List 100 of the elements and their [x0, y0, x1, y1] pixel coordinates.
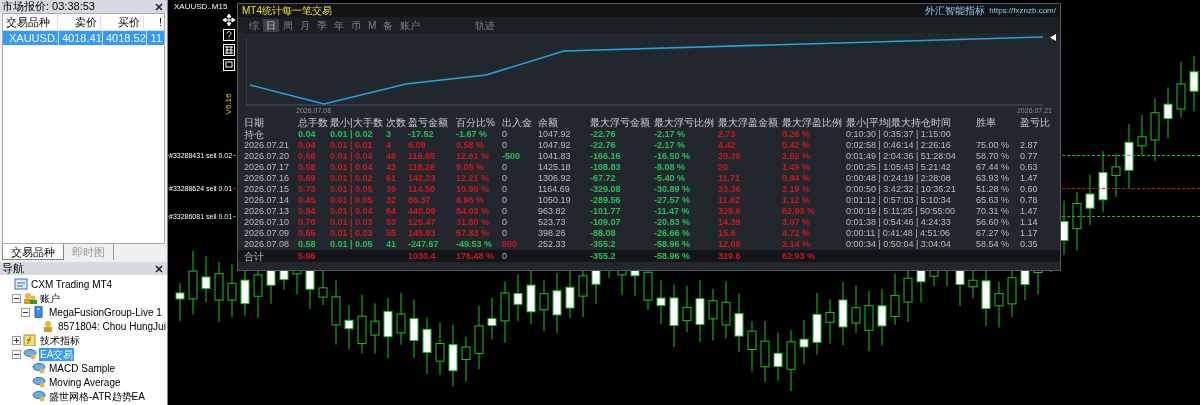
tab[interactable]: 周	[280, 18, 296, 32]
help-icon[interactable]	[223, 29, 235, 41]
tab[interactable]: 月	[297, 18, 313, 32]
table-cell-text: 4.42	[718, 140, 737, 151]
table-cell-text: 2.19 %	[782, 184, 812, 195]
tab[interactable]: M	[365, 18, 380, 32]
table-cell-text: 0:00:48 | 0:24:19 | 2:28:08	[846, 173, 952, 184]
table-cell-text: 3.07 %	[782, 217, 812, 228]
table-cell-text: 0:10:30 | 0:35:37 | 1:15:00	[846, 129, 952, 140]
tree-item[interactable]: Moving Average	[48, 375, 122, 389]
table-cell-text: 1.47	[1020, 206, 1039, 217]
tree-item[interactable]: MACD Sample	[48, 361, 117, 375]
table-cell-text: 2026.07.20	[244, 151, 291, 162]
table-cell-text: 2026.07.13	[244, 206, 291, 217]
table-cell-text: 0.70	[298, 217, 317, 228]
url-link[interactable]: https://fxznzb.com/	[989, 6, 1056, 15]
table-cell-text: 20	[718, 162, 729, 173]
column-header: 余额	[538, 116, 559, 129]
tree-item[interactable]: 8571804: Chou HungJui	[57, 319, 167, 333]
version-label: V6.16	[225, 93, 233, 115]
table-cell-text: 4.72 %	[782, 228, 812, 239]
column-header[interactable]: 买价	[101, 15, 145, 29]
table-cell-text: 0.58 %	[456, 140, 486, 151]
table-cell-text: 0	[502, 140, 508, 151]
table-cell-text: 0.01 | 0.05	[330, 195, 374, 206]
table-cell-text: 0:00:50 | 3:42:32 | 10:36:21	[846, 184, 957, 195]
expander-icon[interactable]	[12, 335, 21, 345]
tree-item[interactable]: 技术指标	[39, 333, 81, 347]
table-cell-text: 11	[149, 31, 163, 45]
expander-icon[interactable]	[12, 349, 21, 359]
table-cell-text: 2026.07.15	[244, 184, 291, 195]
table-cell-text: 65.63 %	[976, 195, 1011, 206]
table-cell-text: 0	[502, 162, 508, 173]
column-header: 最大浮盈金额	[718, 116, 779, 129]
tree-item[interactable]: MegaFusionGroup-Live 1	[48, 305, 163, 319]
column-header[interactable]: 卖价	[57, 15, 102, 29]
tree-item[interactable]: 账户	[39, 291, 61, 305]
expander-icon[interactable]	[21, 307, 30, 317]
column-header: 最大浮盈比例	[782, 116, 843, 129]
table-cell-text: 0	[502, 129, 508, 140]
table-cell-text: -17.52	[408, 129, 435, 140]
table-cell-text: 持仓	[244, 129, 265, 140]
table-cell-text: -101.77	[590, 206, 622, 217]
column-header[interactable]: !	[144, 15, 164, 29]
table-cell-text: -58.96 %	[654, 239, 692, 250]
tree-item[interactable]: CXM Trading MT4	[30, 277, 114, 291]
table-cell: XAUUSD.	[9, 31, 58, 45]
tab[interactable]: 账户	[397, 18, 424, 32]
table-cell-text: 67.44 %	[976, 162, 1011, 173]
table-cell-text: -329.08	[590, 184, 622, 195]
expander-icon[interactable]	[12, 293, 21, 303]
table-cell-text: 1.49 %	[782, 162, 812, 173]
tab[interactable]: 币	[348, 18, 364, 32]
tab[interactable]: 备	[380, 18, 397, 32]
terminal-icon	[14, 278, 28, 290]
table-cell-text: 63.93 %	[976, 173, 1011, 184]
tab[interactable]: 年	[331, 18, 347, 32]
table-cell-text: 2026.07.10	[244, 217, 291, 228]
table-cell-text: 0	[502, 206, 508, 217]
column-header: 最大浮亏金额	[590, 116, 651, 129]
table-cell-text: 0:00:25 | 1:05:43 | 5:21:42	[846, 162, 952, 173]
table-cell-text: 114.50	[408, 184, 437, 195]
table-cell-text: -2.17 %	[654, 140, 687, 151]
table-cell-text: 14.39	[718, 217, 742, 228]
column-header: 盈亏比	[1020, 116, 1051, 129]
table-cell-text: 2.02 %	[782, 151, 812, 162]
table-cell-text: 64	[386, 206, 397, 217]
table-cell-text: 0:00:11 | 0:41:48 | 4:51:06	[846, 228, 952, 239]
table-cell-text: 58.70 %	[976, 151, 1011, 162]
window-icon[interactable]	[223, 59, 235, 71]
tab[interactable]: 综	[246, 18, 262, 32]
table-cell-text: 0.01 | 0.03	[330, 228, 374, 239]
table-cell-text: 0.04	[298, 140, 317, 151]
table-cell-text: 0.26 %	[782, 129, 812, 140]
table-cell: 4018.52	[103, 31, 147, 45]
table-cell-text: 0.58	[298, 239, 317, 250]
table-cell-text: 67.27 %	[976, 228, 1011, 239]
panel-title: MT4统计每一笔交易	[242, 3, 332, 18]
tab[interactable]: 季	[314, 18, 330, 32]
table-cell-text: 0.77	[1020, 151, 1039, 162]
table-cell-text: 12.21 %	[456, 173, 491, 184]
tree-item[interactable]: 盛世网格-ATR趋势EA	[48, 389, 146, 403]
table-cell-text: -16.50 %	[654, 151, 692, 162]
move-icon[interactable]	[223, 14, 235, 26]
table-cell-text: 0.04	[298, 129, 317, 140]
tab[interactable]: 交易品种	[2, 244, 64, 260]
tab[interactable]: 轨迹	[472, 18, 499, 32]
table-cell-text: 10.90 %	[456, 184, 491, 195]
grid-icon[interactable]	[223, 44, 235, 56]
table-cell-text: 1047.92	[538, 140, 572, 151]
table-cell-text: 8.96 %	[456, 195, 486, 206]
table-cell-text: -2.17 %	[654, 129, 687, 140]
column-header[interactable]: 交易品种	[3, 15, 58, 29]
table-cell-text: 1.14	[1020, 217, 1039, 228]
tab[interactable]: 日	[263, 18, 279, 32]
table-cell-text: 0	[502, 228, 508, 239]
table-cell-text: 0.01 | 0.02	[330, 173, 374, 184]
table-cell-text: 11.71	[718, 173, 742, 184]
table-cell-text: 0.45	[298, 195, 317, 206]
table-cell-text: 32	[386, 195, 397, 206]
